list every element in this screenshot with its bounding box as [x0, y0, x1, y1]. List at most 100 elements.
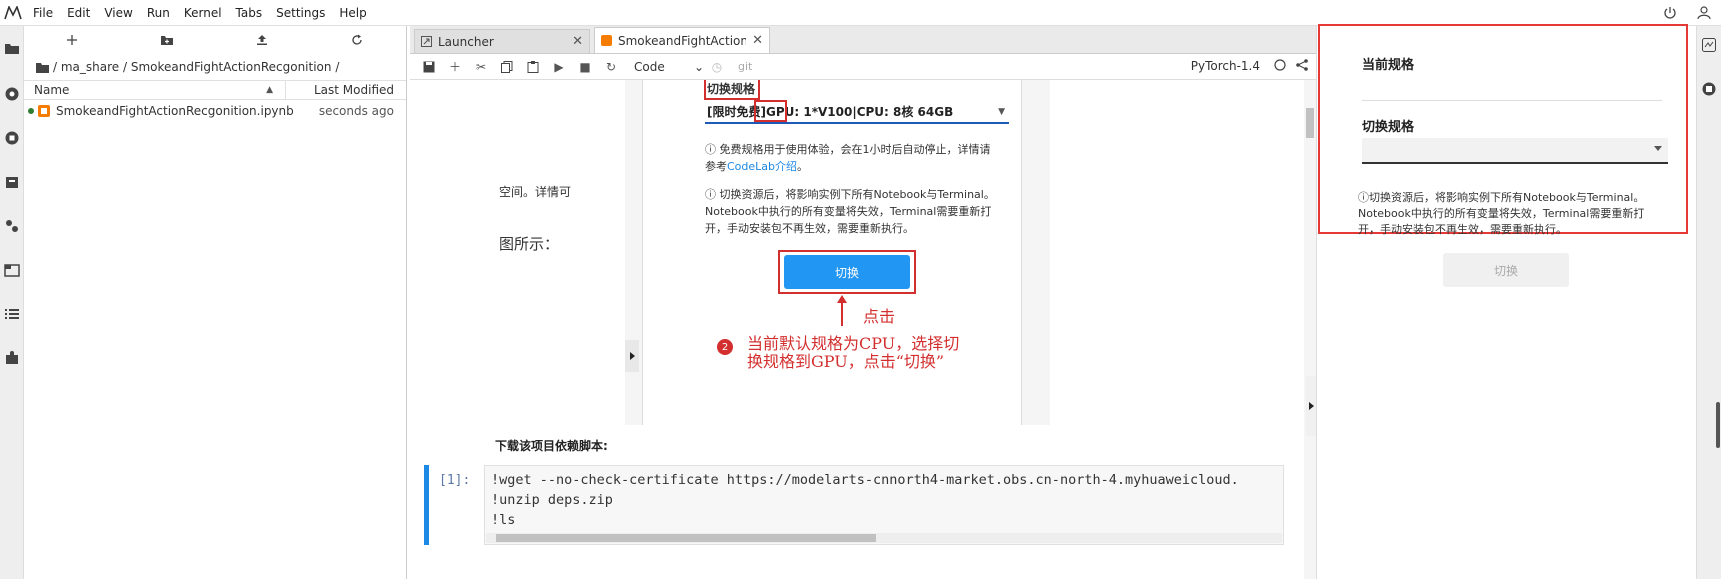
menu-tabs[interactable]: Tabs	[229, 0, 270, 26]
main-area: Launcher ✕ SmokeandFightActionRecgonit ✕…	[410, 26, 1316, 579]
power-icon[interactable]	[1653, 6, 1687, 20]
upload-icon[interactable]	[214, 34, 309, 46]
refresh-icon[interactable]	[309, 34, 404, 46]
execution-count: [1]:	[439, 473, 471, 488]
code-line: !ls	[491, 512, 516, 528]
run-icon[interactable]: ▶	[546, 60, 572, 74]
file-row[interactable]: SmokeandFightActionRecgonition.ipynb sec…	[24, 100, 406, 122]
tab-launcher[interactable]: Launcher ✕	[414, 29, 590, 53]
running-icon[interactable]	[2, 84, 22, 104]
breadcrumb: / ma_share / SmokeandFightActionRecgonit…	[24, 54, 406, 80]
menu-edit[interactable]: Edit	[60, 0, 97, 26]
close-tab-icon[interactable]: ✕	[752, 33, 763, 48]
app-logo-icon	[0, 0, 26, 26]
insert-cell-icon[interactable]: ＋	[442, 58, 468, 75]
notebook-content: 切换规格 [限时免费]GPU: 1*V100|CPU: 8核 64GB ▼ ⓘ …	[410, 80, 1316, 579]
property-inspector-icon[interactable]	[2, 216, 22, 236]
arrow-up-icon	[837, 295, 847, 326]
column-modified-header[interactable]: Last Modified	[286, 83, 406, 97]
git-label[interactable]: git	[738, 60, 752, 73]
caret-down-icon	[1654, 146, 1662, 151]
monitor-icon[interactable]	[1702, 38, 1716, 55]
restart-icon[interactable]: ↻	[598, 60, 624, 74]
spec-heading: 切换规格	[707, 82, 756, 96]
divider	[1362, 100, 1662, 101]
tab-notebook[interactable]: SmokeandFightActionRecgonit ✕	[594, 27, 770, 53]
file-modified: seconds ago	[318, 104, 394, 118]
menu-bar: File Edit View Run Kernel Tabs Settings …	[0, 0, 1721, 26]
info-icon: ⓘ	[1358, 191, 1369, 204]
notebook-toolbar: ＋ ✂ ▶ ■ ↻ Code ⌄ ◷ git	[410, 54, 1316, 80]
file-browser: / ma_share / SmokeandFightActionRecgonit…	[24, 26, 407, 579]
horizontal-scrollbar[interactable]	[486, 533, 1282, 543]
scrollbar-thumb[interactable]	[1306, 108, 1314, 138]
free-spec-note: ⓘ 免费规格用于使用体验，会在1小时后自动停止，详情请 参考CodeLab介绍。	[705, 143, 991, 173]
copy-icon[interactable]	[494, 60, 520, 73]
switch-spec-label: 切换规格	[1362, 120, 1415, 135]
scrollbar-thumb[interactable]	[496, 534, 876, 542]
image-collapse-handle	[625, 340, 639, 372]
vertical-scrollbar[interactable]	[1304, 80, 1316, 579]
caret-down-icon: ▼	[998, 107, 1005, 117]
git-icon[interactable]	[2, 172, 22, 192]
spec-select: [限时免费]GPU: 1*V100|CPU: 8核 64GB ▼	[705, 102, 1009, 124]
notebook-icon	[38, 105, 50, 117]
sort-up-icon: ▲	[266, 85, 273, 95]
right-activity-bar	[1696, 26, 1721, 579]
switch-button[interactable]: 切换	[1443, 253, 1569, 287]
tab-bar: Launcher ✕ SmokeandFightActionRecgonit ✕	[410, 26, 1316, 54]
code-cell[interactable]: [1]: !wget --no-check-certificate https:…	[424, 465, 1284, 545]
file-browser-toolbar	[24, 26, 406, 54]
tabs-icon[interactable]	[2, 260, 22, 280]
cell-active-indicator	[424, 465, 429, 545]
save-icon[interactable]	[416, 61, 442, 73]
current-spec-label: 当前规格	[1362, 58, 1415, 73]
menu-help[interactable]: Help	[332, 0, 373, 26]
new-launcher-icon[interactable]	[24, 34, 119, 46]
chevron-down-icon: ⌄	[693, 59, 704, 74]
cut-icon[interactable]: ✂	[468, 60, 494, 74]
switch-spec-select[interactable]	[1362, 138, 1668, 164]
paste-icon[interactable]	[520, 60, 546, 73]
launcher-icon	[421, 36, 432, 47]
kernel-name[interactable]: PyTorch-1.4	[1191, 59, 1260, 73]
file-list-header: Name ▲ Last Modified	[24, 80, 406, 100]
user-icon[interactable]	[1687, 6, 1721, 20]
menu-kernel[interactable]: Kernel	[177, 0, 229, 26]
code-line: !wget --no-check-certificate https://mod…	[491, 472, 1239, 488]
panel-resize-handle[interactable]	[1716, 402, 1720, 448]
switch-note: ⓘ 切换资源后，将影响实例下所有Notebook与Terminal。 Noteb…	[705, 188, 995, 235]
clock-icon: ◷	[711, 59, 723, 74]
section-title: 下载该项目依赖脚本:	[495, 439, 608, 453]
body-text: 空间。详情可	[499, 185, 572, 199]
new-folder-icon[interactable]	[119, 34, 214, 46]
file-name: SmokeandFightActionRecgonition.ipynb	[56, 104, 294, 118]
highlight-box	[754, 100, 787, 122]
column-name-header[interactable]: Name ▲	[24, 80, 286, 100]
menu-view[interactable]: View	[97, 0, 139, 26]
stop-icon[interactable]: ■	[572, 60, 598, 74]
folder-icon[interactable]	[36, 62, 49, 73]
step-number-badge: 2	[717, 339, 733, 355]
extension-icon[interactable]	[2, 348, 22, 368]
switch-note: ⓘ切换资源后，将影响实例下所有Notebook与Terminal。 Notebo…	[1358, 191, 1645, 236]
resource-icon[interactable]	[1702, 82, 1716, 99]
panel-collapse-handle[interactable]	[1306, 376, 1316, 436]
kernel-status-icon	[1274, 59, 1286, 74]
stop-icon[interactable]	[2, 128, 22, 148]
close-tab-icon[interactable]: ✕	[572, 34, 583, 49]
folder-icon[interactable]	[2, 38, 22, 58]
body-text: 图所示：	[499, 235, 560, 253]
left-activity-bar	[0, 26, 24, 579]
switch-button-image: 切换	[784, 255, 910, 289]
click-annotation: 点击	[863, 307, 896, 326]
menu-file[interactable]: File	[26, 0, 60, 26]
cell-type-select[interactable]: Code ⌄	[634, 60, 704, 74]
toc-icon[interactable]	[2, 304, 22, 324]
breadcrumb-path[interactable]: / ma_share / SmokeandFightActionRecgonit…	[53, 60, 339, 74]
menu-settings[interactable]: Settings	[269, 0, 332, 26]
step-annotation-line1: 当前默认规格为CPU，选择切	[747, 334, 960, 353]
share-icon[interactable]	[1296, 59, 1308, 74]
code-line: !unzip deps.zip	[491, 492, 613, 508]
menu-run[interactable]: Run	[140, 0, 177, 26]
